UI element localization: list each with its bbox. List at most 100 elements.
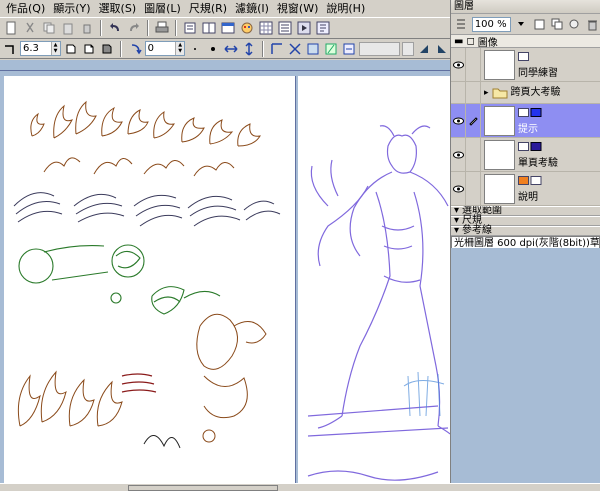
rotation-field[interactable]: 0 ▲ ▼ <box>144 41 186 56</box>
rotation-spinner[interactable]: ▲ ▼ <box>175 42 185 55</box>
new-icon[interactable] <box>2 19 20 37</box>
delete-layer-icon[interactable] <box>585 16 600 32</box>
pages-icon[interactable] <box>200 19 218 37</box>
panel-title: 圖層 <box>451 0 600 14</box>
window-icon[interactable] <box>219 19 237 37</box>
layer-name: 跨頁大考驗 <box>510 86 561 98</box>
mesh-icon[interactable] <box>323 40 339 58</box>
raster-layer-icon <box>518 51 529 61</box>
color-layer-icon <box>518 175 542 185</box>
script-icon[interactable] <box>295 19 313 37</box>
list-icon[interactable] <box>276 19 294 37</box>
menu-help[interactable]: 說明(H) <box>322 0 369 17</box>
triangle-down-icon[interactable] <box>434 40 450 58</box>
visibility-eye-icon[interactable] <box>451 47 466 82</box>
menu-work[interactable]: 作品(Q) <box>2 0 49 17</box>
rotate-icon[interactable] <box>127 40 143 58</box>
menu-view[interactable]: 顯示(Y) <box>49 0 94 17</box>
zoom-dropdown-icon[interactable] <box>514 16 529 32</box>
lock-slot[interactable] <box>466 47 481 82</box>
undo-icon[interactable] <box>106 19 124 37</box>
section-label: 參考線 <box>462 225 493 236</box>
option-button-disabled <box>401 41 414 56</box>
layer-panel: 圖層 100 % ▬ ◻ 圖像 同學練習 ▸ 跨頁大考驗 提示 單頁考驗 說明 … <box>450 0 600 483</box>
visibility-eye-icon[interactable] <box>451 137 466 172</box>
dot-large-icon[interactable] <box>205 40 221 58</box>
pen-corner-icon[interactable] <box>81 40 97 58</box>
triangle-up-icon[interactable] <box>416 40 432 58</box>
lock-slot[interactable] <box>466 81 481 104</box>
scrollbar-thumb[interactable] <box>128 485 278 491</box>
new-layer-icon[interactable] <box>532 16 547 32</box>
visibility-eye-icon[interactable] <box>451 103 466 138</box>
grid-icon[interactable] <box>257 19 275 37</box>
visibility-eye-icon[interactable] <box>451 171 466 206</box>
layer-row-selected[interactable]: 提示 <box>451 103 600 138</box>
page-left[interactable] <box>4 76 296 483</box>
brush-size-icon[interactable] <box>2 40 18 58</box>
main-toolbar <box>0 17 450 39</box>
canvas-area[interactable] <box>0 60 450 483</box>
panel-zoom-field[interactable]: 100 % <box>471 16 511 32</box>
layer-row[interactable]: 同學練習 <box>451 47 600 82</box>
option-field-disabled <box>359 41 400 56</box>
flip-vertical-icon[interactable] <box>241 40 257 58</box>
page-right[interactable] <box>298 76 450 483</box>
menu-select[interactable]: 選取(S) <box>95 0 141 17</box>
menu-filter[interactable]: 濾鏡(I) <box>231 0 273 17</box>
layer-name: 同學練習 <box>518 67 558 79</box>
layer-property-icon[interactable] <box>567 16 582 32</box>
layer-thumbnail <box>484 105 515 136</box>
layer-row[interactable]: 說明 <box>451 171 600 206</box>
copy-icon[interactable] <box>40 19 58 37</box>
panel-tools: 100 % <box>451 14 600 35</box>
menu-layer[interactable]: 圖層(L) <box>140 0 185 17</box>
layer-icon[interactable] <box>181 19 199 37</box>
help-icon[interactable] <box>314 19 332 37</box>
duplicate-layer-icon[interactable] <box>550 16 565 32</box>
rotation-value: 0 <box>147 43 154 54</box>
brush-size-field[interactable]: 6.3 ▲ ▼ <box>20 41 61 56</box>
brush-size-value: 6.3 <box>23 43 39 54</box>
layer-thumbnail <box>484 139 515 170</box>
pen-fill-icon[interactable] <box>99 40 115 58</box>
layer-row[interactable]: 單頁考驗 <box>451 137 600 172</box>
panel-options-icon[interactable] <box>454 16 469 32</box>
menu-bar: 作品(Q) 顯示(Y) 選取(S) 圖層(L) 尺規(R) 濾鏡(I) 視窗(W… <box>0 0 450 17</box>
lock-slot[interactable] <box>466 137 481 172</box>
panel-empty-area <box>451 248 600 483</box>
settings-icon[interactable] <box>341 40 357 58</box>
transform-icon[interactable] <box>269 40 285 58</box>
perspective-icon[interactable] <box>305 40 321 58</box>
palette-icon[interactable] <box>238 19 256 37</box>
paste-icon[interactable] <box>59 19 77 37</box>
collapse-icon[interactable]: ▬ <box>454 36 463 47</box>
tool-options-bar: 6.3 ▲ ▼ 0 ▲ ▼ <box>0 39 450 59</box>
layer-name: 單頁考驗 <box>518 157 558 169</box>
horizontal-scrollbar[interactable] <box>0 483 600 491</box>
menu-ruler[interactable]: 尺規(R) <box>185 0 231 17</box>
menu-window[interactable]: 視窗(W) <box>273 0 322 17</box>
dot-small-icon[interactable] <box>187 40 203 58</box>
folder-icon <box>492 88 508 98</box>
scale-icon[interactable] <box>287 40 303 58</box>
page-guide-line <box>0 70 450 71</box>
raster-layer-blue-icon <box>518 107 542 117</box>
raster-layer-purple-icon <box>518 141 542 151</box>
layers-header[interactable]: ▬ ◻ 圖像 <box>451 35 600 49</box>
flip-horizontal-icon[interactable] <box>223 40 239 58</box>
pen-shape-icon[interactable] <box>63 40 79 58</box>
layer-name: 提示 <box>518 123 538 135</box>
expand-arrow-icon[interactable]: ▸ <box>484 88 489 98</box>
visibility-off-slot[interactable] <box>451 81 466 104</box>
section-guide[interactable]: ▾ 參考線 <box>451 226 600 236</box>
expand-icon[interactable]: ▾ <box>454 226 459 236</box>
layer-folder-row[interactable]: ▸ 跨頁大考驗 <box>451 81 600 104</box>
print-icon[interactable] <box>153 19 171 37</box>
pen-edit-icon[interactable] <box>466 103 481 138</box>
cut-icon[interactable] <box>21 19 39 37</box>
lock-slot[interactable] <box>466 171 481 206</box>
redo-icon[interactable] <box>125 19 143 37</box>
delete-icon[interactable] <box>78 19 96 37</box>
brush-size-spinner[interactable]: ▲ ▼ <box>50 42 60 55</box>
